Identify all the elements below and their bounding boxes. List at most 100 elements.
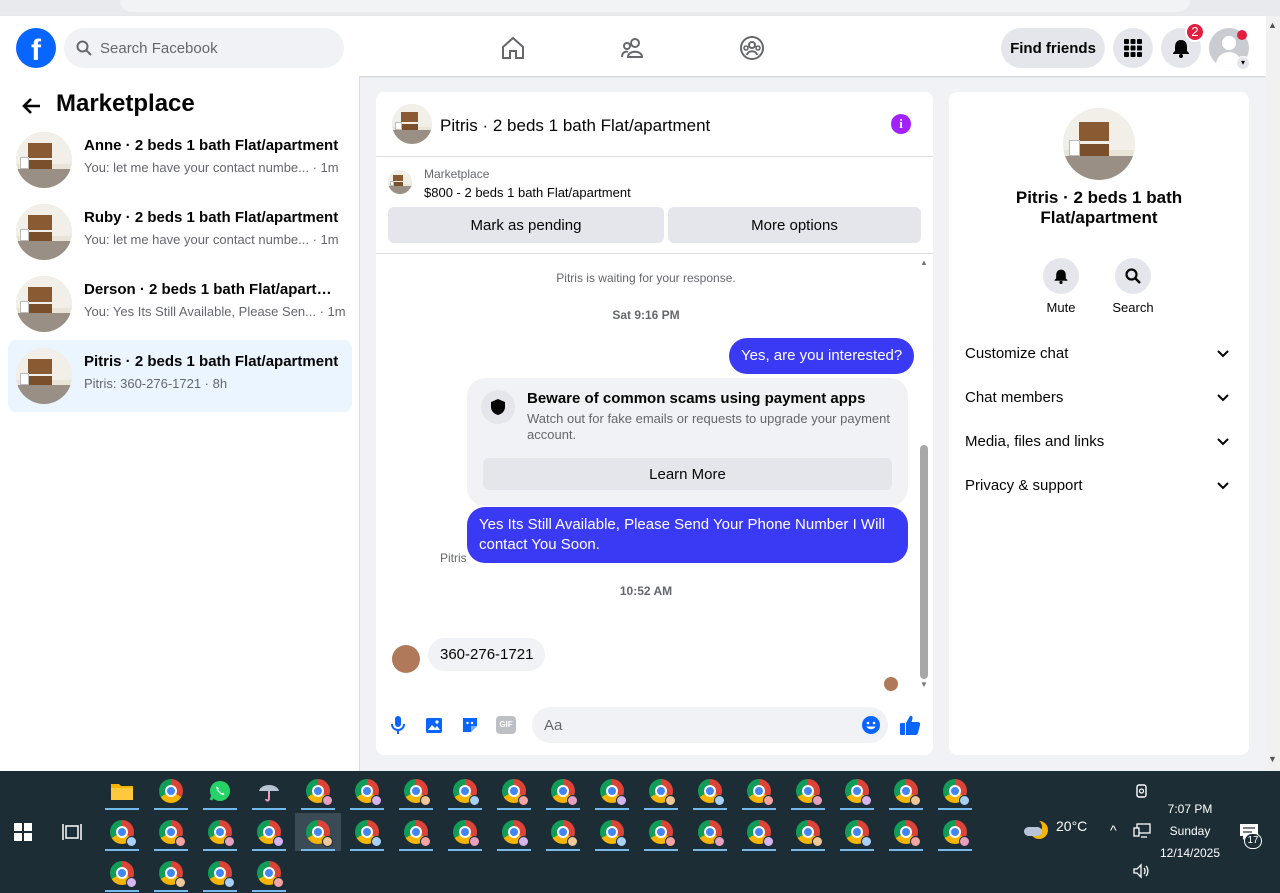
photo-icon[interactable]	[422, 713, 446, 737]
privacy-support-row[interactable]: Privacy & support	[957, 466, 1241, 506]
weather-temperature[interactable]: 20°C	[1056, 818, 1087, 834]
chrome-profile-icon[interactable]	[246, 813, 292, 851]
chrome-profile-icon[interactable]	[344, 772, 390, 810]
chrome-profile-icon[interactable]	[687, 772, 733, 810]
chevron-up-icon[interactable]: ^	[1110, 822, 1117, 838]
chrome-profile-icon[interactable]	[148, 813, 194, 851]
scroll-down-arrow[interactable]: ▼	[1268, 754, 1277, 764]
meet-now-icon[interactable]	[1134, 783, 1150, 799]
find-friends-button[interactable]: Find friends	[1001, 28, 1105, 68]
chrome-profile-icon[interactable]	[736, 813, 782, 851]
more-options-button[interactable]: More options	[668, 207, 921, 243]
window-scrollbar[interactable]: ▲ ▼	[1266, 16, 1280, 771]
section-label: Privacy & support	[965, 477, 1083, 494]
chrome-profile-icon[interactable]	[736, 772, 782, 810]
chrome-icon[interactable]	[148, 772, 194, 810]
conversation-item[interactable]: Derson · 2 beds 1 bath Flat/apartm... Yo…	[8, 268, 352, 340]
message-scrollbar[interactable]	[920, 445, 928, 679]
chrome-profile-icon[interactable]	[785, 813, 831, 851]
chrome-profile-icon[interactable]	[883, 813, 929, 851]
chrome-profile-icon[interactable]	[246, 854, 292, 892]
sticker-icon[interactable]	[458, 713, 482, 737]
learn-more-button[interactable]: Learn More	[483, 458, 892, 490]
outgoing-message[interactable]: Yes Its Still Available, Please Send You…	[467, 507, 908, 563]
conversation-item[interactable]: Ruby · 2 beds 1 bath Flat/apartment You:…	[8, 196, 352, 268]
chrome-profile-icon[interactable]	[638, 813, 684, 851]
chat-title[interactable]: Pitris · 2 beds 1 bath Flat/apartment	[440, 116, 710, 136]
chrome-profile-icon[interactable]	[785, 772, 831, 810]
chrome-profile-icon[interactable]	[295, 772, 341, 810]
gif-icon[interactable]: GIF	[494, 713, 518, 737]
chat-members-row[interactable]: Chat members	[957, 378, 1241, 418]
thumbs-up-icon[interactable]	[898, 713, 922, 737]
conversation-item[interactable]: Anne · 2 beds 1 bath Flat/apartment You:…	[8, 124, 352, 196]
message-input[interactable]	[532, 707, 888, 743]
friends-icon[interactable]	[619, 34, 647, 62]
back-arrow-icon[interactable]	[20, 94, 44, 118]
chrome-profile-icon[interactable]	[99, 854, 145, 892]
chrome-profile-icon[interactable]	[148, 854, 194, 892]
clock-time[interactable]: 7:07 PM	[1160, 802, 1220, 816]
chrome-profile-icon[interactable]	[295, 813, 341, 851]
chrome-profile-icon[interactable]	[834, 772, 880, 810]
message-composer: GIF	[376, 704, 933, 746]
chrome-profile-icon[interactable]	[393, 772, 439, 810]
app-umbrella-icon[interactable]	[246, 772, 292, 810]
network-icon[interactable]	[1133, 823, 1151, 839]
listing-thumbnail[interactable]	[1063, 108, 1135, 180]
chrome-profile-icon[interactable]	[344, 813, 390, 851]
scroll-up-arrow[interactable]: ▲	[1268, 20, 1277, 30]
groups-icon[interactable]	[738, 34, 766, 62]
chrome-profile-icon[interactable]	[589, 813, 635, 851]
chrome-profile-icon[interactable]	[883, 772, 929, 810]
chrome-profile-icon[interactable]	[197, 854, 243, 892]
listing-thumbnail[interactable]	[388, 170, 412, 194]
chrome-profile-icon[interactable]	[491, 772, 537, 810]
info-icon[interactable]: i	[891, 114, 911, 134]
search-input[interactable]	[100, 39, 320, 57]
whatsapp-icon[interactable]	[197, 772, 243, 810]
file-explorer-icon[interactable]	[99, 772, 145, 810]
chrome-profile-icon[interactable]	[99, 813, 145, 851]
chrome-profile-icon[interactable]	[442, 772, 488, 810]
address-bar[interactable]	[120, 0, 1190, 12]
outgoing-message[interactable]: Yes, are you interested?	[729, 338, 915, 374]
microphone-icon[interactable]	[386, 713, 410, 737]
mute-button[interactable]: Mute	[1031, 258, 1091, 315]
volume-icon[interactable]	[1132, 863, 1150, 879]
windows-start-icon[interactable]	[14, 823, 32, 841]
customize-chat-row[interactable]: Customize chat	[957, 334, 1241, 374]
chrome-profile-icon[interactable]	[393, 813, 439, 851]
chrome-profile-icon[interactable]	[834, 813, 880, 851]
mark-as-pending-button[interactable]: Mark as pending	[388, 207, 664, 243]
chrome-profile-icon[interactable]	[589, 772, 635, 810]
chrome-profile-icon[interactable]	[932, 772, 978, 810]
facebook-logo[interactable]: f	[16, 28, 56, 68]
search-box[interactable]	[64, 28, 344, 68]
chrome-profile-icon[interactable]	[540, 772, 586, 810]
chrome-profile-icon[interactable]	[442, 813, 488, 851]
chrome-profile-icon[interactable]	[687, 813, 733, 851]
menu-grid-icon[interactable]	[1113, 28, 1153, 68]
emoji-icon[interactable]	[859, 713, 883, 737]
chrome-profile-icon[interactable]	[197, 813, 243, 851]
chrome-profile-icon[interactable]	[638, 772, 684, 810]
chrome-profile-icon[interactable]	[932, 813, 978, 851]
task-view-icon[interactable]	[62, 823, 82, 841]
scroll-up-arrow[interactable]: ▲	[918, 258, 930, 268]
listing-price[interactable]: $800 - 2 beds 1 bath Flat/apartment	[424, 185, 631, 200]
chrome-profile-icon[interactable]	[491, 813, 537, 851]
home-icon[interactable]	[499, 34, 527, 62]
weather-moon-icon[interactable]	[1024, 819, 1048, 843]
chevron-down-icon[interactable]: ▾	[1236, 56, 1250, 70]
sender-avatar[interactable]	[392, 645, 420, 673]
conversation-item-active[interactable]: Pitris · 2 beds 1 bath Flat/apartment Pi…	[8, 340, 352, 412]
clock-day[interactable]: Sunday	[1160, 824, 1220, 838]
incoming-message[interactable]: 360-276-1721	[428, 638, 546, 671]
clock-date[interactable]: 12/14/2025	[1155, 846, 1225, 860]
search-conversation-button[interactable]: Search	[1103, 258, 1163, 315]
listing-thumbnail[interactable]	[392, 104, 432, 144]
scroll-down-arrow[interactable]: ▼	[918, 680, 930, 690]
media-files-links-row[interactable]: Media, files and links	[957, 422, 1241, 462]
chrome-profile-icon[interactable]	[540, 813, 586, 851]
